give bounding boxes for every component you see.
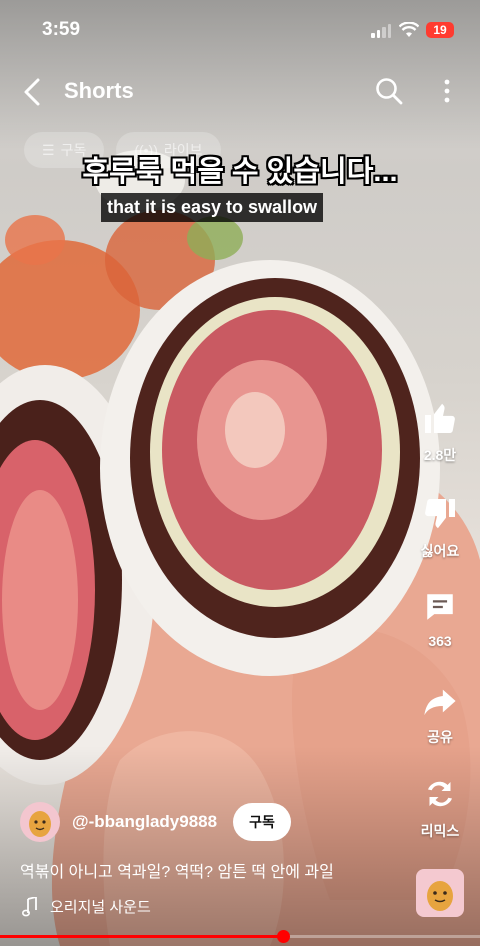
share-button[interactable]: 공유 [400, 684, 480, 747]
back-icon[interactable] [20, 76, 48, 108]
dislike-label: 싫어요 [420, 543, 460, 559]
share-icon [424, 689, 456, 716]
search-icon[interactable] [374, 76, 404, 106]
share-label: 공유 [427, 729, 453, 745]
like-button[interactable]: 2.8만 [400, 400, 480, 465]
page-title: Shorts [64, 78, 134, 103]
top-bar: Shorts [0, 70, 480, 114]
bread-mascot-icon [427, 881, 453, 911]
playback-progress[interactable] [0, 930, 480, 943]
wifi-icon [399, 22, 419, 37]
dislike-button[interactable]: 싫어요 [400, 496, 480, 561]
music-note-icon [22, 896, 37, 916]
sound-row[interactable]: 오리지널 사운드 [22, 896, 151, 917]
like-count: 2.8만 [423, 447, 457, 463]
sound-label: 오리지널 사운드 [50, 899, 151, 916]
bread-mascot-icon [29, 811, 51, 837]
sound-thumbnail[interactable] [416, 869, 464, 917]
signal-icon [371, 24, 391, 38]
subtitle-english: that it is easy to swallow [101, 193, 324, 222]
remix-label: 리믹스 [420, 823, 460, 839]
remix-icon [428, 781, 452, 807]
subtitle-korean: 후루룩 먹을 수 있습니다... [82, 156, 398, 188]
remix-button[interactable]: 리믹스 [400, 776, 480, 841]
comment-count: 363 [428, 633, 452, 649]
thumbs-up-icon [425, 403, 455, 433]
comments-button[interactable]: 363 [400, 590, 480, 649]
progress-fill [0, 935, 284, 938]
subscribe-button[interactable]: 구독 [233, 803, 291, 841]
comment-icon [427, 594, 453, 620]
more-icon[interactable] [440, 78, 454, 104]
battery-badge: 19 [426, 22, 454, 38]
channel-row: @-bbanglady9888 구독 [20, 802, 291, 842]
channel-handle[interactable]: @-bbanglady9888 [72, 812, 217, 832]
channel-avatar[interactable] [20, 802, 60, 842]
video-caption[interactable]: 역볶이 아니고 역과일? 역떡? 암튼 떡 안에 과일 [20, 858, 334, 882]
status-bar: 3:59 19 [0, 0, 480, 60]
thumbs-down-icon [425, 499, 455, 529]
status-time: 3:59 [42, 19, 81, 40]
